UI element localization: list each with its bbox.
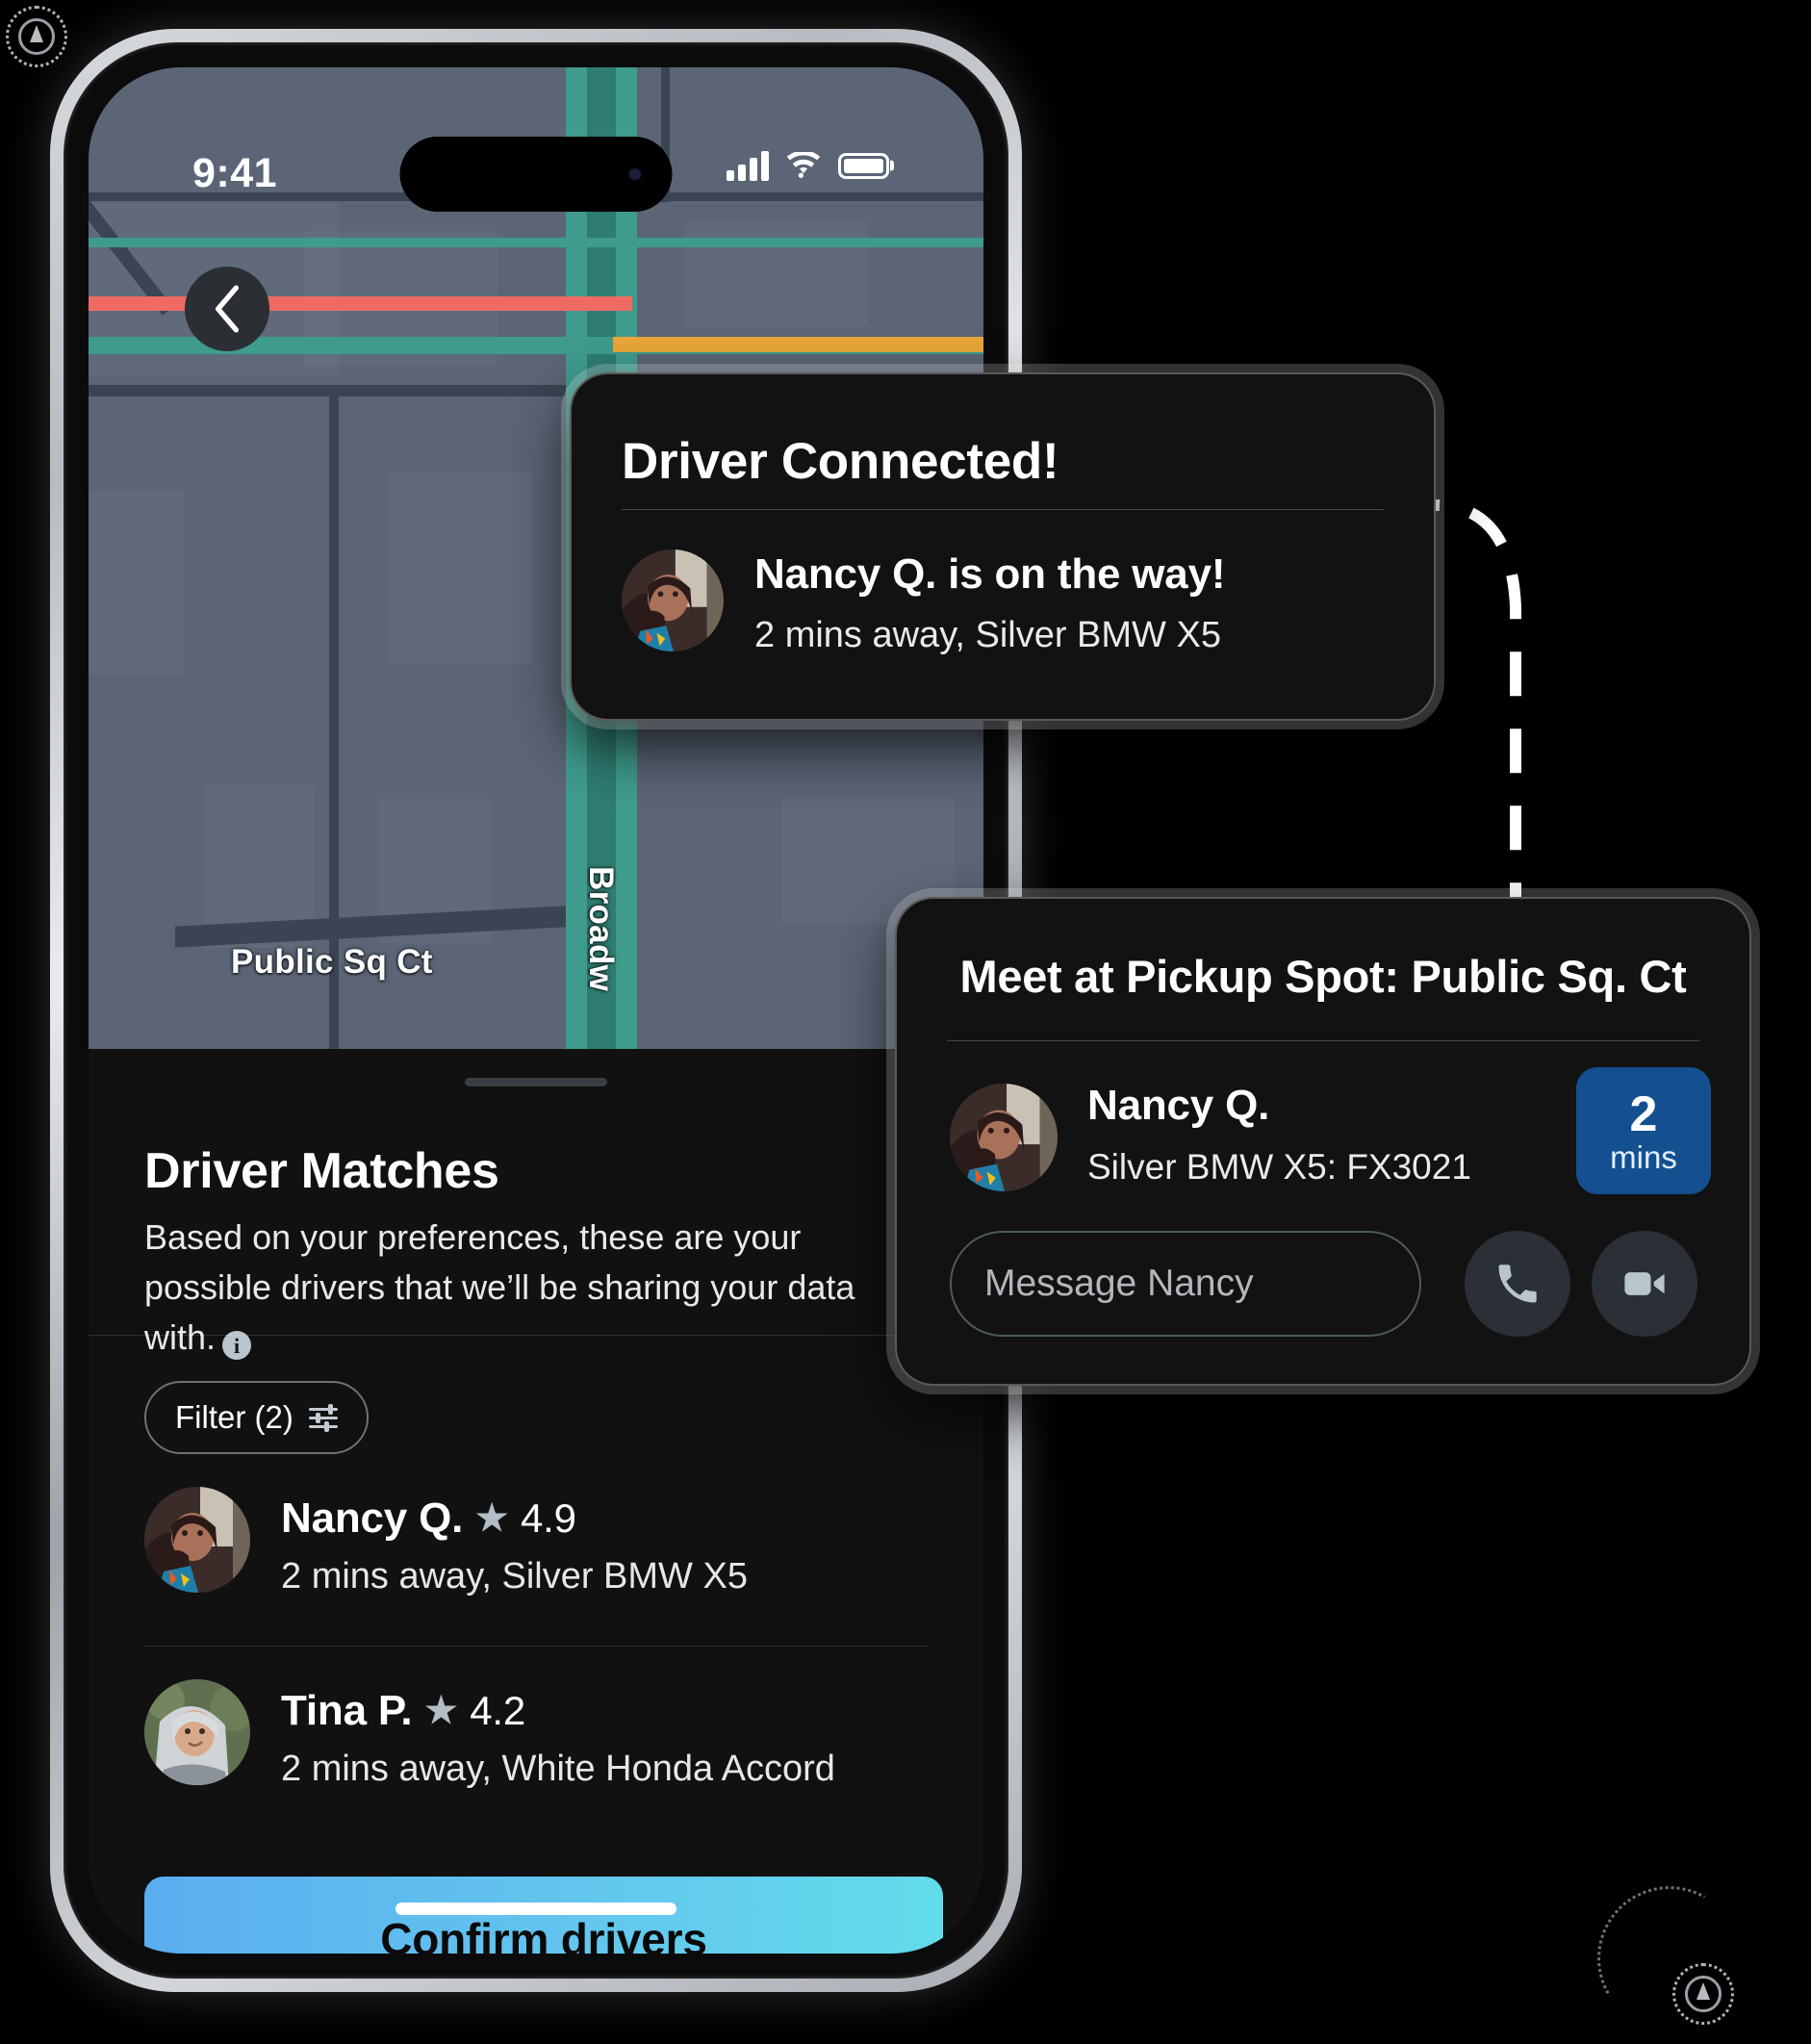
card-divider [622,509,1384,510]
driver-name: Tina P. [281,1687,413,1734]
driver-name-row: Tina P. ★ 4.2 [281,1687,525,1735]
driver-name: Nancy Q. [281,1495,464,1542]
card-connector-line [1395,499,1533,958]
battery-icon [838,152,889,179]
pickup-driver-name: Nancy Q. [1087,1082,1270,1129]
page-title: Driver Matches [144,1143,499,1199]
decorative-corner-mark-bottom-right [1672,1963,1734,2025]
filter-button[interactable]: Filter (2) [144,1381,369,1454]
tina-avatar-image [144,1679,250,1785]
sheet-subtitle: Based on your preferences, these are you… [144,1213,924,1362]
nancy-avatar-image [950,1084,1058,1191]
status-bar-clock: 9:41 [192,150,278,196]
status-bar-icons [727,150,889,181]
dynamic-island [399,137,673,212]
driver-connected-headline: Nancy Q. is on the way! [754,550,1226,598]
decorative-corner-mark-top-left [6,6,67,67]
back-button[interactable] [185,267,269,351]
phone-icon [1498,1265,1537,1303]
eta-badge[interactable]: 2 mins [1576,1067,1711,1194]
avatar [144,1487,250,1593]
screenshot-stage: Public Sq Ct Broadw 9:41 Driver Matches … [0,0,1811,2044]
call-button[interactable] [1465,1231,1570,1337]
status-bar: 9:41 [89,67,983,212]
confirm-drivers-button[interactable]: Confirm drivers [144,1877,943,1954]
pickup-spot-title: Meet at Pickup Spot: Public Sq. Ct [959,951,1687,1002]
sliders-icon [308,1404,338,1432]
corner-triangle-icon [30,25,43,42]
corner-triangle-icon [1696,1982,1710,2000]
driver-connected-subtext: 2 mins away, Silver BMW X5 [754,615,1221,655]
driver-connected-title: Driver Connected! [622,433,1059,490]
driver-matches-sheet: Driver Matches Based on your preferences… [89,1049,983,1954]
driver-rating: 4.9 [521,1495,576,1541]
star-icon: ★ [475,1498,509,1539]
home-indicator[interactable] [395,1903,676,1915]
sheet-divider [89,1335,983,1336]
driver-rating: 4.2 [470,1688,526,1733]
filter-label: Filter (2) [175,1399,293,1435]
map-block [387,472,531,664]
front-camera-lens [629,168,641,180]
video-call-button[interactable] [1592,1231,1697,1337]
sheet-grabber-handle[interactable] [465,1078,607,1086]
eta-value: 2 [1629,1086,1658,1142]
video-camera-icon [1624,1272,1665,1295]
map-road-teal [89,238,983,247]
driver-meta: 2 mins away, Silver BMW X5 [281,1556,748,1597]
map-label-public-sq-ct: Public Sq Ct [231,943,433,981]
avatar [622,549,724,652]
chevron-left-icon [215,285,240,333]
wifi-icon [786,152,821,178]
avatar [144,1679,250,1785]
star-icon: ★ [424,1691,458,1731]
message-input[interactable] [950,1231,1421,1337]
map-road-amber [613,337,983,352]
map-road [89,385,608,396]
map-road-red [89,296,632,311]
driver-name-row: Nancy Q. ★ 4.9 [281,1495,576,1543]
eta-unit: mins [1610,1138,1677,1175]
avatar [950,1084,1058,1191]
nancy-avatar-image [622,549,724,652]
driver-meta: 2 mins away, White Honda Accord [281,1749,835,1789]
phone-body: Public Sq Ct Broadw 9:41 Driver Matches … [64,42,1008,1979]
driver-connected-card: Driver Connected! Nancy Q. is on the way… [570,372,1436,721]
nancy-avatar-image [144,1487,250,1593]
map-block [89,491,185,674]
pickup-driver-vehicle: Silver BMW X5: FX3021 [1087,1147,1471,1187]
map-label-broadway: Broadw [582,866,620,992]
phone-screen: Public Sq Ct Broadw 9:41 Driver Matches … [89,67,983,1954]
phone-frame: Public Sq Ct Broadw 9:41 Driver Matches … [50,29,1022,1992]
card-divider [947,1040,1699,1041]
pickup-spot-card: Meet at Pickup Spot: Public Sq. Ct Nancy… [895,897,1751,1386]
driver-list-divider [144,1646,928,1647]
cellular-signal-icon [727,150,769,181]
